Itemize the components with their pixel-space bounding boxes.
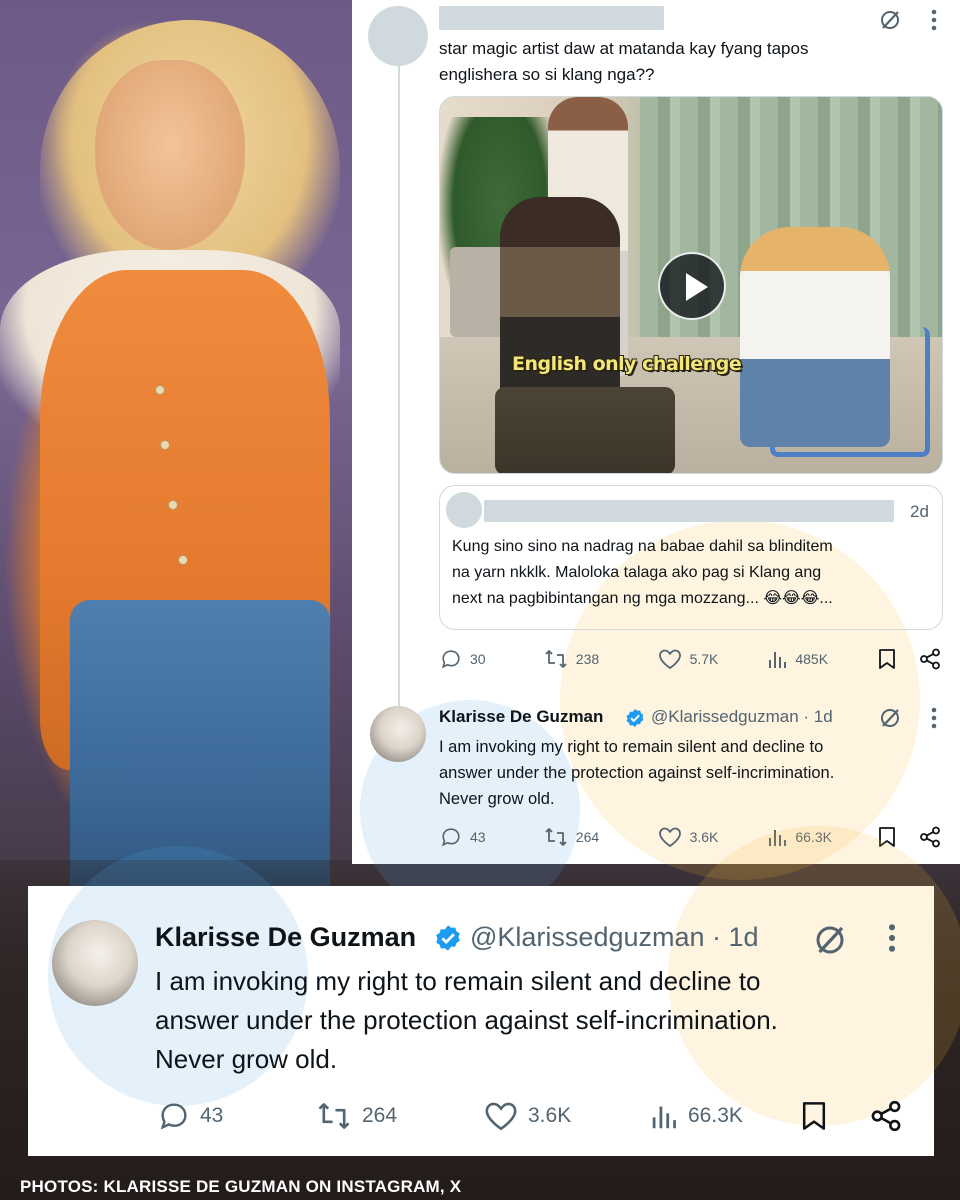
- redacted-name: [439, 6, 664, 30]
- grok-icon[interactable]: [810, 920, 850, 960]
- views-button[interactable]: 485K: [767, 648, 877, 670]
- photo-jeans: [70, 600, 330, 900]
- like-button[interactable]: 5.7K: [658, 648, 768, 670]
- reply-handle: @Klarissedguzman · 1d: [651, 707, 833, 726]
- like-count: 3.6K: [528, 1104, 572, 1127]
- views-icon: [769, 652, 787, 668]
- zoom-author-name[interactable]: Klarisse De Guzman: [155, 922, 416, 953]
- reply-button[interactable]: 43: [440, 826, 544, 848]
- zoom-text: I am invoking my right to remain silent …: [155, 966, 778, 1074]
- reply-author-name[interactable]: Klarisse De Guzman: [439, 707, 603, 727]
- bookmark-icon: [802, 1102, 826, 1130]
- views-count: 485K: [795, 651, 829, 667]
- share-button[interactable]: [919, 648, 945, 670]
- like-icon: [658, 649, 681, 670]
- redacted-name: [484, 500, 894, 522]
- redacted-avatar: [446, 492, 482, 528]
- repost-icon: [545, 828, 567, 846]
- reply-icon: [441, 828, 460, 847]
- views-count: 66.3K: [795, 829, 832, 845]
- views-button[interactable]: 66.3K: [650, 1101, 800, 1131]
- zoom-avatar[interactable]: [52, 920, 138, 1006]
- play-icon[interactable]: [658, 252, 726, 320]
- repost-icon: [545, 650, 567, 668]
- reply-count: 30: [470, 651, 486, 667]
- verified-badge-icon: [624, 707, 646, 729]
- repost-icon: [318, 1103, 350, 1129]
- views-icon: [769, 830, 787, 846]
- top-post-text: star magic artist daw at matanda kay fya…: [439, 39, 809, 84]
- grok-icon[interactable]: [876, 704, 904, 732]
- more-icon[interactable]: [878, 920, 906, 956]
- views-count: 66.3K: [688, 1104, 743, 1127]
- quoted-post-time: 2d: [910, 502, 929, 521]
- reply-icon: [441, 650, 460, 669]
- quoted-post[interactable]: 2d Kung sino sino na nadrag na babae dah…: [439, 485, 943, 630]
- repost-button[interactable]: 264: [316, 1100, 484, 1132]
- reply-button[interactable]: 43: [158, 1100, 316, 1132]
- share-button[interactable]: [870, 1100, 906, 1132]
- zoom-handle: @Klarissedguzman · 1d: [470, 922, 759, 952]
- repost-count: 264: [362, 1104, 398, 1127]
- views-icon: [652, 1106, 676, 1129]
- reply-text: I am invoking my right to remain silent …: [439, 738, 835, 808]
- reply-icon: [160, 1103, 187, 1130]
- video-person-right: [740, 227, 890, 447]
- verified-badge-icon: [432, 922, 464, 954]
- photo-credit: PHOTOS: KLARISSE DE GUZMAN ON INSTAGRAM,…: [20, 1177, 462, 1196]
- bookmark-button[interactable]: [877, 826, 919, 848]
- share-icon: [920, 648, 940, 670]
- repost-button[interactable]: 238: [544, 648, 658, 670]
- video-sofa: [495, 387, 675, 473]
- bookmark-icon: [879, 649, 896, 669]
- reply-count: 43: [470, 829, 486, 845]
- bookmark-button[interactable]: [877, 648, 919, 670]
- like-count: 5.7K: [689, 651, 719, 667]
- share-icon: [871, 1100, 901, 1132]
- repost-count: 264: [575, 829, 600, 845]
- like-button[interactable]: 3.6K: [658, 826, 768, 848]
- share-button[interactable]: [919, 826, 945, 848]
- more-icon[interactable]: [920, 6, 948, 34]
- reply-count: 43: [200, 1104, 224, 1127]
- thread-connector-line: [398, 64, 400, 710]
- redacted-avatar[interactable]: [368, 6, 428, 66]
- video-thumbnail[interactable]: English only challenge: [439, 96, 943, 474]
- repost-button[interactable]: 264: [544, 826, 658, 848]
- bookmark-button[interactable]: [800, 1100, 870, 1132]
- top-post-actions: 30 238 5.7K 485K: [440, 646, 945, 672]
- reply-button[interactable]: 30: [440, 648, 544, 670]
- like-count: 3.6K: [689, 829, 719, 845]
- quoted-post-text: Kung sino sino na nadrag na babae dahil …: [452, 538, 833, 607]
- share-icon: [920, 826, 940, 848]
- bookmark-icon: [879, 827, 896, 847]
- more-icon[interactable]: [920, 704, 948, 732]
- grok-icon[interactable]: [876, 6, 904, 34]
- video-caption: English only challenge: [512, 353, 742, 375]
- views-button[interactable]: 66.3K: [767, 826, 877, 848]
- zoom-actions: 43 264 3.6K 66.3K: [158, 1098, 908, 1134]
- like-icon: [485, 1102, 517, 1131]
- like-icon: [658, 827, 681, 848]
- repost-count: 238: [575, 651, 600, 667]
- photo-face: [95, 60, 245, 250]
- reply-actions: 43 264 3.6K 66.3K: [440, 824, 945, 850]
- reply-avatar[interactable]: [370, 706, 426, 762]
- like-button[interactable]: 3.6K: [484, 1100, 650, 1132]
